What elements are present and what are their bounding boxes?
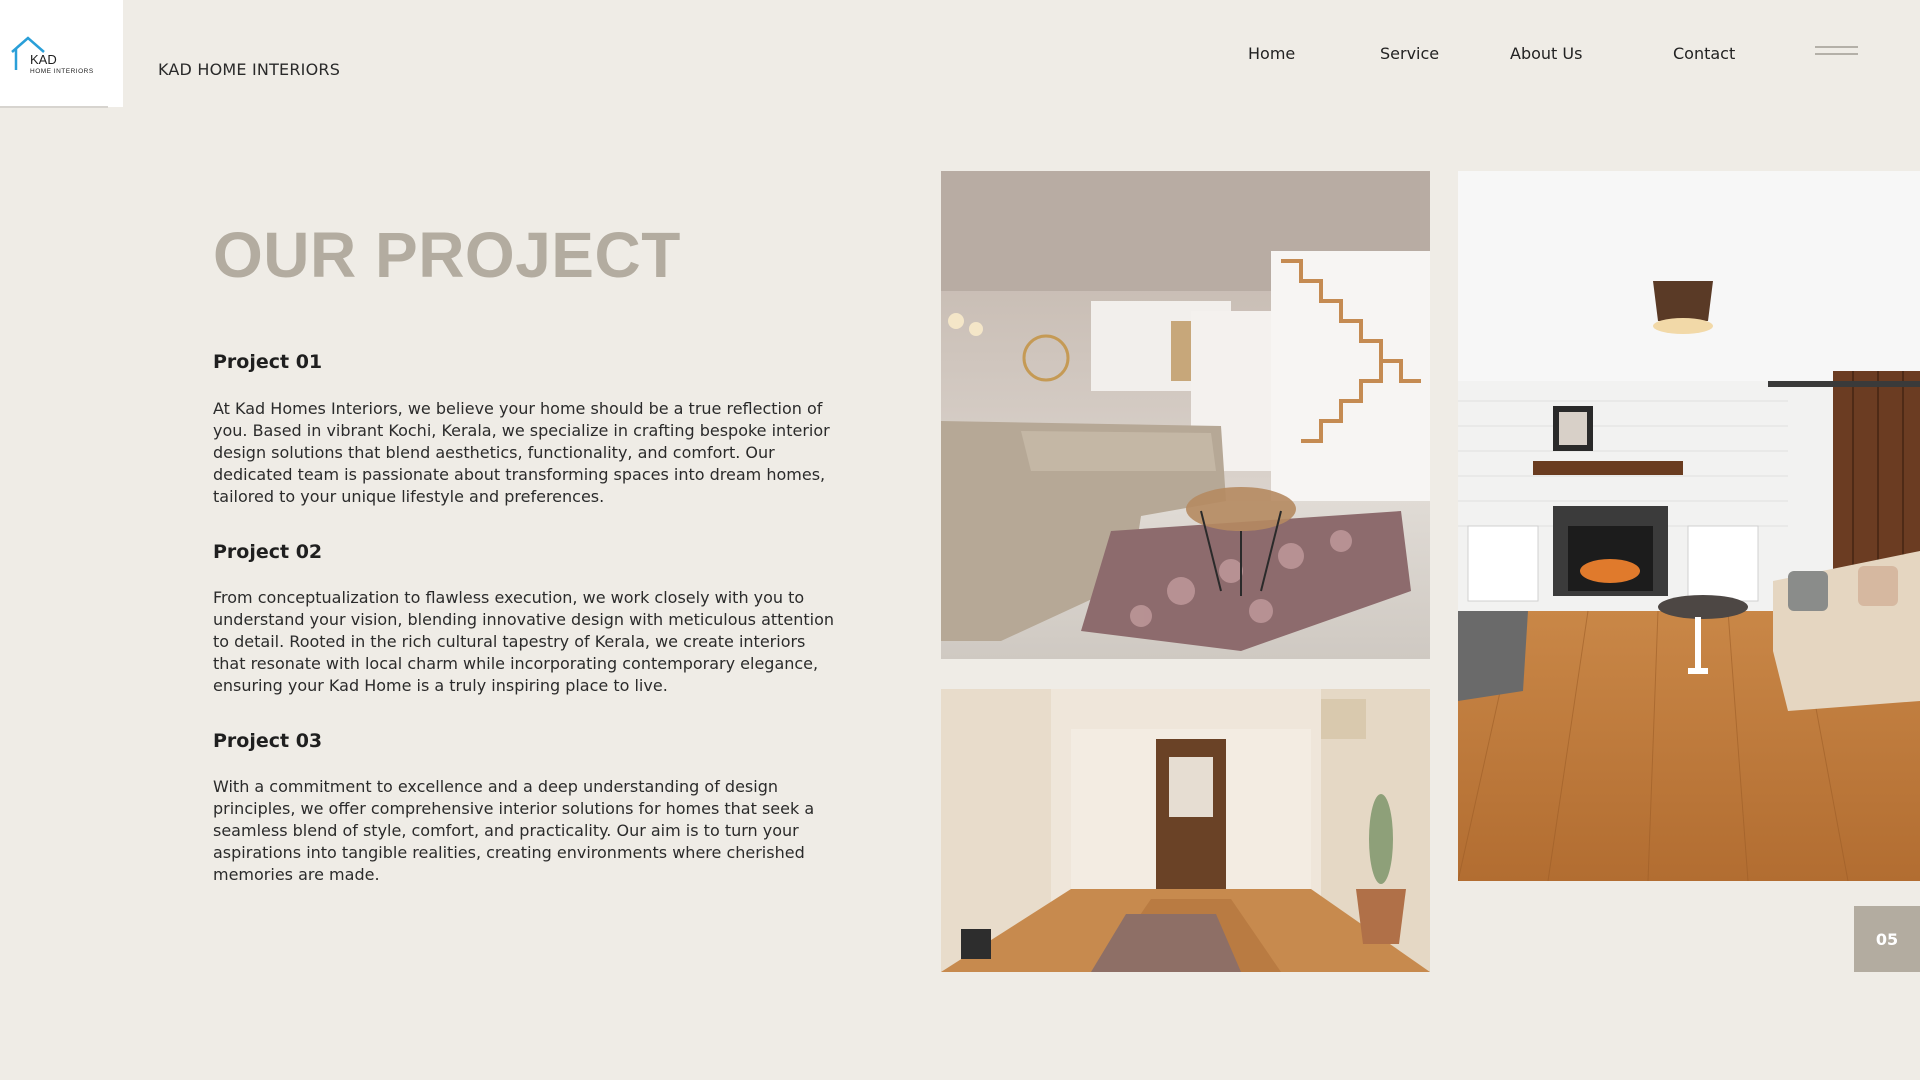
project-01-heading: Project 01 bbox=[213, 351, 323, 373]
nav-home[interactable]: Home bbox=[1248, 44, 1295, 63]
hallway-photo bbox=[941, 689, 1430, 972]
fireplace-living-room-photo bbox=[1458, 171, 1920, 881]
logo-divider bbox=[0, 106, 108, 108]
page-number-badge: 05 bbox=[1854, 906, 1920, 972]
project-03-description: With a commitment to excellence and a de… bbox=[213, 777, 815, 884]
project-03-heading: Project 03 bbox=[213, 730, 323, 752]
menu-icon[interactable] bbox=[1815, 46, 1858, 60]
nav-contact[interactable]: Contact bbox=[1673, 44, 1735, 63]
nav-about-us[interactable]: About Us bbox=[1510, 44, 1582, 63]
house-logo-icon: KAD HOME INTERIORS bbox=[11, 36, 94, 75]
logo-text-sub: HOME INTERIORS bbox=[30, 68, 94, 75]
brand-name: KAD HOME INTERIORS bbox=[158, 60, 341, 79]
project-02-heading: Project 02 bbox=[213, 541, 323, 563]
project-02-description: From conceptualization to flawless execu… bbox=[213, 588, 835, 695]
logo-text-main: KAD bbox=[30, 52, 57, 67]
page-title: OUR PROJECT bbox=[213, 219, 681, 291]
nav-service[interactable]: Service bbox=[1380, 44, 1439, 63]
project-page: KAD HOME INTERIORS KAD HOME INTERIORS Ho… bbox=[0, 0, 1920, 1080]
project-01-description: At Kad Homes Interiors, we believe your … bbox=[213, 399, 830, 506]
brand-logo[interactable]: KAD HOME INTERIORS bbox=[0, 0, 123, 107]
living-room-staircase-photo bbox=[941, 171, 1430, 659]
